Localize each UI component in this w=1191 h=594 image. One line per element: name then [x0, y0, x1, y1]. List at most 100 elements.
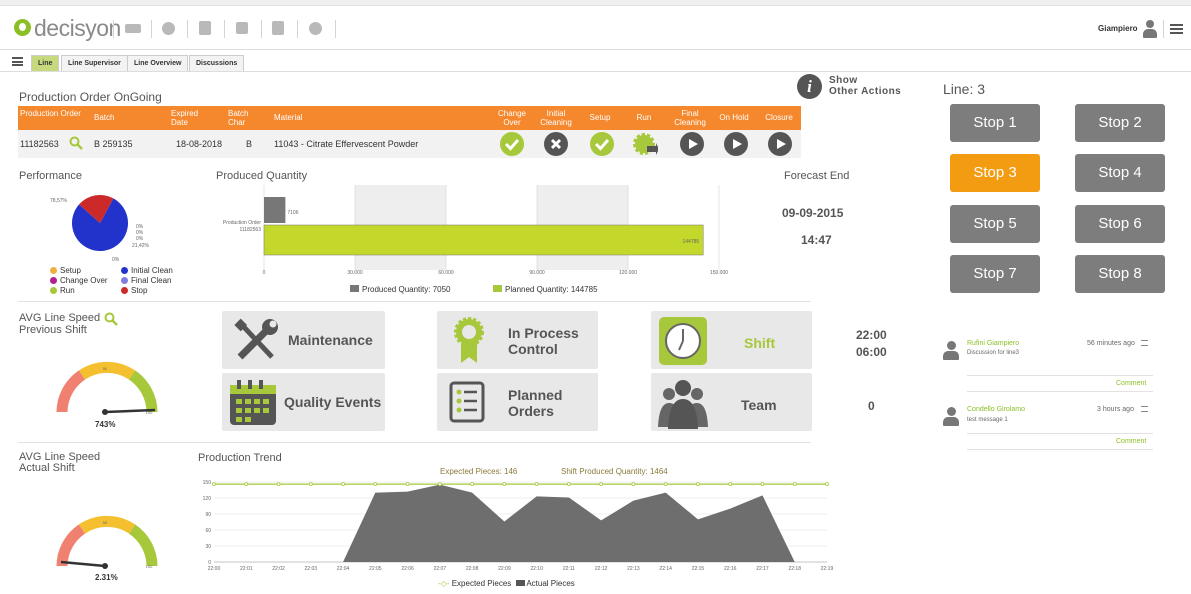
change-over-done-icon[interactable] [500, 132, 524, 156]
row-label-1: Production Order [223, 220, 261, 226]
pie-label-main: 78,57% [50, 198, 68, 204]
team-label: Team [741, 397, 777, 413]
run-gear-icon[interactable] [632, 132, 658, 156]
toolbar-separator [335, 20, 336, 38]
final-cleaning-play-icon[interactable] [680, 132, 704, 156]
quality-events-tile[interactable]: Quality Events [222, 373, 385, 431]
x-tick-label: 22:01 [240, 566, 253, 572]
planned-bar [263, 224, 704, 256]
legend-produced: Produced Quantity: 7050 [350, 285, 451, 294]
y-tick-label: 120 [203, 496, 212, 502]
x-tick-label: 120.000 [619, 270, 637, 276]
pie-label-stop: 21,42% [132, 243, 150, 249]
maintenance-tile[interactable]: Maintenance [222, 311, 385, 369]
add-icon[interactable] [309, 22, 322, 35]
tab-line[interactable]: Line [31, 55, 60, 71]
logo-icon [14, 19, 31, 36]
planned-orders-tile[interactable]: Planned Orders [437, 373, 598, 431]
x-tick-label: 22:17 [756, 566, 769, 572]
shift-tile[interactable]: Shift [651, 311, 812, 369]
document-icon[interactable] [272, 21, 284, 35]
comment-menu-icon[interactable] [1141, 340, 1148, 346]
side-menu-icon[interactable] [12, 57, 23, 66]
line-title: Line: 3 [943, 81, 986, 97]
x-tick-label: 22:00 [208, 566, 221, 572]
stop-5-button[interactable]: Stop 5 [950, 205, 1040, 243]
calendar-icon [230, 380, 276, 425]
col-setup: Setup [589, 113, 611, 122]
stop-3-button[interactable]: Stop 3 [950, 154, 1040, 192]
comment-time: 56 minutes ago [1087, 340, 1135, 347]
toolbar-separator [224, 20, 225, 38]
performance-pie-chart: 78,57% 0% 0% 0% 21,42% 0% [50, 195, 150, 263]
info-icon[interactable]: i [797, 74, 822, 99]
produced-quantity-chart: 7106 144785 Production Order 11182563 0 3… [223, 185, 728, 276]
clock-icon[interactable] [162, 22, 175, 35]
comment-button[interactable]: Comment [1116, 438, 1146, 445]
initial-cleaning-cancelled-icon[interactable] [544, 132, 568, 156]
gauge-max-label: 100 [146, 564, 153, 569]
mail-icon[interactable] [125, 24, 141, 33]
clipboard-icon[interactable] [199, 21, 211, 35]
col-material: Material [274, 113, 303, 122]
stop-1-button[interactable]: Stop 1 [950, 104, 1040, 142]
expected-point [825, 482, 829, 487]
expected-point [502, 482, 507, 487]
search-icon[interactable] [104, 312, 118, 326]
stop-7-button[interactable]: Stop 7 [950, 255, 1040, 293]
avatar [942, 405, 960, 427]
expected-point [631, 482, 636, 487]
speed-previous-gauge: 50 100 [56, 361, 158, 415]
forecast-date: 09-09-2015 [782, 206, 844, 220]
expected-point [437, 482, 442, 487]
in-process-control-tile[interactable]: In Process Control [437, 311, 598, 369]
toolbar-separator [297, 20, 298, 38]
speed-actual-value: 2.31% [95, 573, 118, 582]
clock-tile-icon [659, 317, 707, 365]
stop-4-button[interactable]: Stop 4 [1075, 154, 1165, 192]
y-tick-label: 150 [203, 480, 212, 486]
toolbar-separator [151, 20, 152, 38]
stop-2-button[interactable]: Stop 2 [1075, 104, 1165, 142]
on-hold-play-icon[interactable] [724, 132, 748, 156]
setup-done-icon[interactable] [590, 132, 614, 156]
closure-play-icon[interactable] [768, 132, 792, 156]
col-run: Run [636, 113, 652, 122]
save-icon[interactable] [236, 22, 248, 34]
gauge-hub [102, 563, 108, 569]
tab-line-supervisor[interactable]: Line Supervisor [61, 55, 128, 71]
user-icon[interactable] [1143, 20, 1157, 38]
forecast-title: Forecast End [784, 170, 850, 182]
avatar [942, 339, 960, 361]
expected-point [405, 482, 410, 487]
col-initial-cleaning: Initial Cleaning [540, 109, 572, 127]
team-count: 0 [868, 399, 875, 413]
stop-6-button[interactable]: Stop 6 [1075, 205, 1165, 243]
x-tick-label: 22:19 [821, 566, 834, 572]
production-order-row[interactable]: 11182563 B 259135 18-08-2018 B 11043 - C… [18, 130, 801, 158]
legend-final-clean: Final Clean [121, 276, 171, 285]
speed-actual-title: AVG Line Speed Actual Shift [19, 451, 101, 474]
main-menu-icon[interactable] [1170, 24, 1183, 34]
legend-run: Run [50, 286, 75, 295]
comment-menu-icon[interactable] [1141, 406, 1148, 412]
tab-discussions[interactable]: Discussions [189, 55, 245, 71]
legend-dot [50, 287, 57, 294]
x-tick-label: 22:09 [498, 566, 511, 572]
user-name[interactable]: Giampiero [1098, 24, 1138, 33]
production-table-header: Production Order Batch Expired Date Batc… [18, 106, 801, 130]
stop-8-button[interactable]: Stop 8 [1075, 255, 1165, 293]
comment-button[interactable]: Comment [1116, 380, 1146, 387]
quality-events-label: Quality Events [284, 394, 382, 410]
x-tick-label: 22:11 [563, 566, 575, 572]
expected-point [534, 482, 539, 487]
comment-author[interactable]: Rufini Giampiero [967, 340, 1019, 347]
badge-icon [454, 317, 484, 363]
show-other-actions[interactable]: Show Other Actions [829, 75, 901, 97]
tab-line-overview[interactable]: Line Overview [127, 55, 189, 71]
comment-author[interactable]: Condello Girolamo [967, 406, 1025, 413]
team-tile[interactable]: Team [651, 373, 812, 431]
planned-bar-label: 144785 [682, 239, 699, 245]
search-icon[interactable] [69, 136, 83, 150]
show-label: Show [829, 75, 858, 86]
